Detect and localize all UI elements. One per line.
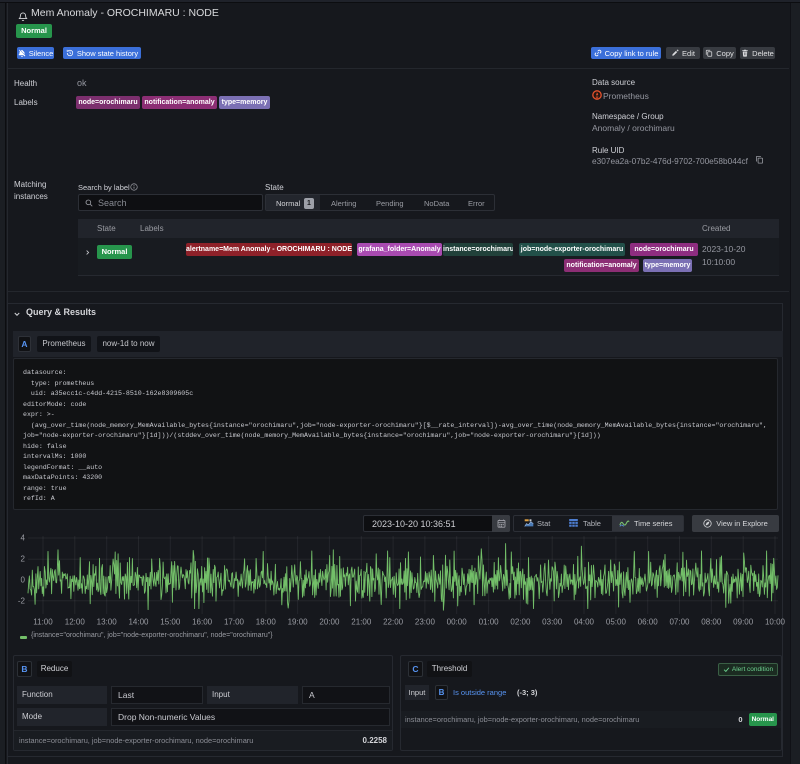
svg-text:11:00: 11:00 [33, 618, 53, 627]
svg-text:23:00: 23:00 [415, 618, 436, 627]
svg-text:18:00: 18:00 [256, 618, 277, 627]
svg-text:02:00: 02:00 [510, 618, 531, 627]
svg-text:21:00: 21:00 [351, 618, 372, 627]
svg-text:03:00: 03:00 [542, 618, 563, 627]
svg-text:-2: -2 [18, 596, 26, 605]
svg-text:04:00: 04:00 [574, 618, 595, 627]
svg-text:22:00: 22:00 [383, 618, 404, 627]
svg-text:2: 2 [21, 555, 26, 564]
svg-text:12:00: 12:00 [65, 618, 86, 627]
svg-text:00:00: 00:00 [447, 618, 468, 627]
svg-text:4: 4 [21, 534, 26, 543]
svg-text:10:00: 10:00 [765, 618, 786, 627]
svg-text:09:00: 09:00 [733, 618, 754, 627]
svg-text:08:00: 08:00 [701, 618, 722, 627]
svg-text:14:00: 14:00 [128, 618, 149, 627]
svg-text:17:00: 17:00 [224, 618, 245, 627]
svg-text:19:00: 19:00 [288, 618, 309, 627]
svg-text:06:00: 06:00 [638, 618, 659, 627]
svg-text:15:00: 15:00 [160, 618, 181, 627]
svg-text:01:00: 01:00 [479, 618, 500, 627]
svg-text:05:00: 05:00 [606, 618, 627, 627]
svg-text:20:00: 20:00 [319, 618, 340, 627]
svg-text:13:00: 13:00 [97, 618, 118, 627]
svg-text:07:00: 07:00 [669, 618, 690, 627]
svg-text:16:00: 16:00 [192, 618, 213, 627]
svg-text:0: 0 [21, 576, 26, 585]
